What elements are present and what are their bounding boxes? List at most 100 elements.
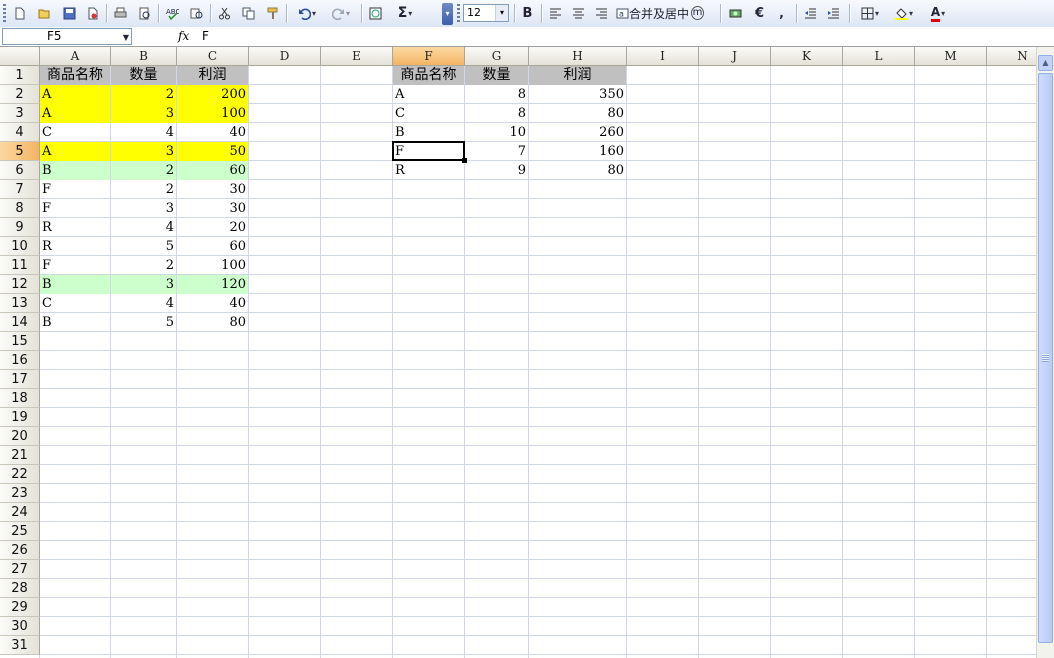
decrease-indent-button[interactable] bbox=[801, 3, 820, 23]
cell-b7[interactable]: 2 bbox=[111, 180, 176, 199]
column-header-a[interactable]: A bbox=[40, 47, 111, 66]
redo-button[interactable]: ▾ bbox=[325, 3, 357, 23]
cell-h5[interactable]: 160 bbox=[529, 142, 626, 161]
cell-b11[interactable]: 2 bbox=[111, 256, 176, 275]
cell-a3[interactable]: A bbox=[40, 104, 110, 123]
cell-a8[interactable]: F bbox=[40, 199, 110, 218]
cell-c4[interactable]: 40 bbox=[177, 123, 248, 142]
row-header-22[interactable]: 22 bbox=[0, 465, 40, 484]
row-header-1[interactable]: 1 bbox=[0, 66, 40, 85]
cell-f2[interactable]: A bbox=[393, 85, 464, 104]
cell-b2[interactable]: 2 bbox=[111, 85, 176, 104]
cut-button[interactable] bbox=[215, 3, 234, 23]
cell-a5[interactable]: A bbox=[40, 142, 110, 161]
row-header-27[interactable]: 27 bbox=[0, 560, 40, 579]
worksheet-grid[interactable]: ABCDEFGHIJKLMN 1 2 3 4 5 6 7 8 9 10 11 12 13 14 15 16 17… bbox=[0, 47, 1036, 658]
new-document-button[interactable] bbox=[10, 3, 29, 23]
cell-h6[interactable]: 80 bbox=[529, 161, 626, 180]
save-button[interactable] bbox=[60, 3, 79, 23]
row-header-19[interactable]: 19 bbox=[0, 408, 40, 427]
fill-handle[interactable] bbox=[462, 158, 467, 163]
cell-a1[interactable]: 商品名称 bbox=[40, 66, 110, 85]
borders-button[interactable]: ▾ bbox=[854, 3, 886, 23]
column-header-h[interactable]: H bbox=[529, 47, 627, 66]
bold-button[interactable]: B bbox=[518, 3, 537, 23]
column-header-e[interactable]: E bbox=[321, 47, 393, 66]
row-header-28[interactable]: 28 bbox=[0, 579, 40, 598]
row-header-10[interactable]: 10 bbox=[0, 237, 40, 256]
cell-c5[interactable]: 50 bbox=[177, 142, 248, 161]
column-header-l[interactable]: L bbox=[843, 47, 915, 66]
column-header-c[interactable]: C bbox=[177, 47, 249, 66]
align-center-button[interactable] bbox=[569, 3, 588, 23]
select-all-corner[interactable] bbox=[0, 47, 40, 66]
cell-b3[interactable]: 3 bbox=[111, 104, 176, 123]
formula-input[interactable]: F bbox=[202, 29, 209, 43]
cell-c2[interactable]: 200 bbox=[177, 85, 248, 104]
row-header-29[interactable]: 29 bbox=[0, 598, 40, 617]
cell-c3[interactable]: 100 bbox=[177, 104, 248, 123]
row-header-14[interactable]: 14 bbox=[0, 313, 40, 332]
cell-g1[interactable]: 数量 bbox=[465, 66, 528, 85]
cell-a12[interactable]: B bbox=[40, 275, 110, 294]
row-header-13[interactable]: 13 bbox=[0, 294, 40, 313]
column-header-k[interactable]: K bbox=[771, 47, 843, 66]
cell-b8[interactable]: 3 bbox=[111, 199, 176, 218]
cell-c9[interactable]: 20 bbox=[177, 218, 248, 237]
copy-button[interactable] bbox=[239, 3, 258, 23]
row-header-20[interactable]: 20 bbox=[0, 427, 40, 446]
cell-c10[interactable]: 60 bbox=[177, 237, 248, 256]
cell-b5[interactable]: 3 bbox=[111, 142, 176, 161]
cell-c14[interactable]: 80 bbox=[177, 313, 248, 332]
insert-function-button[interactable]: fx bbox=[178, 29, 189, 43]
column-header-j[interactable]: J bbox=[699, 47, 771, 66]
increase-indent-button[interactable] bbox=[824, 3, 843, 23]
column-header-m[interactable]: M bbox=[915, 47, 987, 66]
cell-b14[interactable]: 5 bbox=[111, 313, 176, 332]
column-header-i[interactable]: I bbox=[627, 47, 699, 66]
name-box[interactable]: F5 ▼ bbox=[2, 28, 132, 45]
cell-g5[interactable]: 7 bbox=[465, 142, 528, 161]
toolbar-grip[interactable] bbox=[3, 4, 6, 23]
cell-a13[interactable]: C bbox=[40, 294, 110, 313]
cell-c1[interactable]: 利润 bbox=[177, 66, 248, 85]
cell-f4[interactable]: B bbox=[393, 123, 464, 142]
formatting-toolbar-grip[interactable] bbox=[457, 4, 460, 23]
format-painter-button[interactable] bbox=[263, 3, 282, 23]
research-button[interactable] bbox=[187, 3, 206, 23]
scrollbar-thumb[interactable] bbox=[1038, 73, 1053, 643]
column-header-g[interactable]: G bbox=[465, 47, 529, 66]
cell-c13[interactable]: 40 bbox=[177, 294, 248, 313]
row-header-6[interactable]: 6 bbox=[0, 161, 40, 180]
font-color-button[interactable]: A ▾ bbox=[922, 3, 954, 23]
row-header-18[interactable]: 18 bbox=[0, 389, 40, 408]
row-header-24[interactable]: 24 bbox=[0, 503, 40, 522]
cell-b6[interactable]: 2 bbox=[111, 161, 176, 180]
column-header-n[interactable]: N bbox=[987, 47, 1036, 66]
align-left-button[interactable] bbox=[546, 3, 565, 23]
cell-f6[interactable]: R bbox=[393, 161, 464, 180]
spelling-button[interactable]: ABC bbox=[163, 3, 182, 23]
column-header-b[interactable]: B bbox=[111, 47, 177, 66]
merge-center-button[interactable]: a 合并及居中 m bbox=[616, 3, 714, 23]
cell-h1[interactable]: 利润 bbox=[529, 66, 626, 85]
row-header-4[interactable]: 4 bbox=[0, 123, 40, 142]
cell-b12[interactable]: 3 bbox=[111, 275, 176, 294]
cell-b10[interactable]: 5 bbox=[111, 237, 176, 256]
cell-c12[interactable]: 120 bbox=[177, 275, 248, 294]
row-header-17[interactable]: 17 bbox=[0, 370, 40, 389]
cell-b4[interactable]: 4 bbox=[111, 123, 176, 142]
font-size-select[interactable]: 12 ▾ bbox=[463, 4, 509, 22]
print-preview-button[interactable] bbox=[135, 3, 154, 23]
vertical-scrollbar[interactable]: ▲ bbox=[1036, 47, 1054, 658]
row-header-3[interactable]: 3 bbox=[0, 104, 40, 123]
cell-f1[interactable]: 商品名称 bbox=[393, 66, 464, 85]
row-header-11[interactable]: 11 bbox=[0, 256, 40, 275]
cell-g3[interactable]: 8 bbox=[465, 104, 528, 123]
cell-a6[interactable]: B bbox=[40, 161, 110, 180]
cell-b13[interactable]: 4 bbox=[111, 294, 176, 313]
cell-g6[interactable]: 9 bbox=[465, 161, 528, 180]
cell-c7[interactable]: 30 bbox=[177, 180, 248, 199]
cell-c11[interactable]: 100 bbox=[177, 256, 248, 275]
cell-h4[interactable]: 260 bbox=[529, 123, 626, 142]
